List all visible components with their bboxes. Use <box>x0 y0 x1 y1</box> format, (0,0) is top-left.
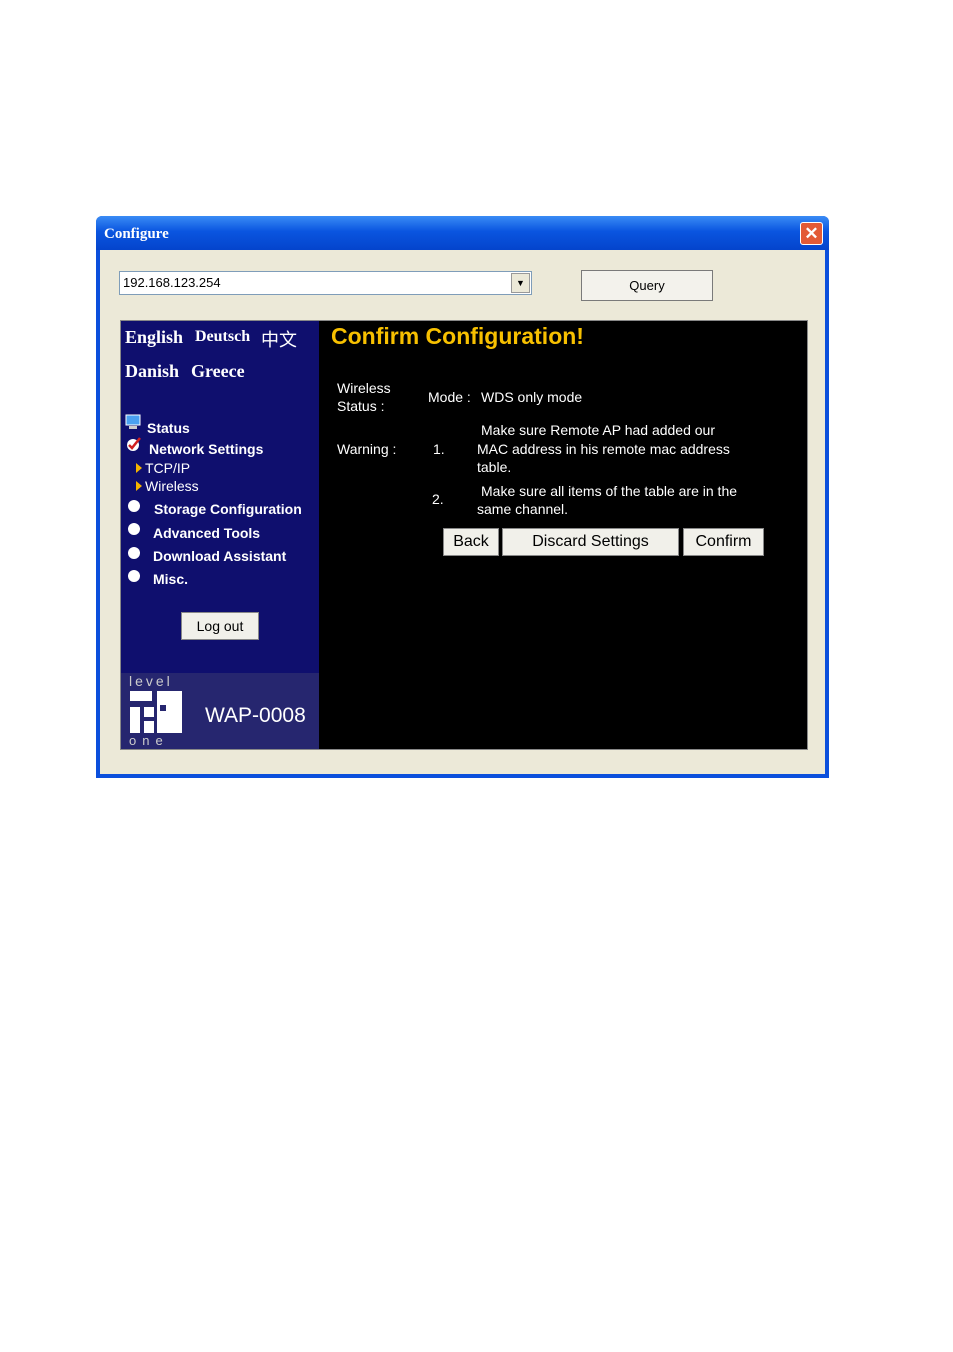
nav-misc[interactable]: Misc. <box>153 571 188 587</box>
window-title: Configure <box>104 226 169 242</box>
warning-item-1-line-2: MAC address in his remote mac address <box>477 441 730 457</box>
logo-text-bottom: one <box>129 733 169 748</box>
nav-tcpip-label: TCP/IP <box>145 460 191 476</box>
warning-item-2-line-1: Make sure all items of the table are in … <box>481 483 738 499</box>
warning-label: Warning : <box>337 441 397 457</box>
nav-status[interactable]: Status <box>147 420 190 436</box>
nav-network-settings[interactable]: Network Settings <box>149 441 263 457</box>
window-client: 192.168.123.254 ▼ Query English Deutsch … <box>100 250 825 774</box>
network-settings-icon <box>127 437 141 451</box>
nav-tcpip[interactable]: TCP/IP <box>136 460 190 476</box>
storage-icon <box>128 500 140 512</box>
page-title: Confirm Configuration! <box>331 323 584 349</box>
close-icon[interactable]: ✕ <box>800 222 823 245</box>
model-name: WAP-0008 <box>205 704 306 727</box>
chevron-down-icon[interactable]: ▼ <box>511 273 530 293</box>
arrow-right-icon <box>136 463 142 473</box>
lang-chinese[interactable]: 中文 <box>261 326 297 352</box>
warning-item-1-number: 1. <box>433 441 445 457</box>
lang-english[interactable]: English <box>125 327 183 348</box>
lang-danish[interactable]: Danish <box>125 361 179 382</box>
lang-greece[interactable]: Greece <box>191 361 245 382</box>
nav-storage[interactable]: Storage Configuration <box>154 501 302 517</box>
tools-icon <box>128 523 140 535</box>
download-icon <box>128 547 140 559</box>
mode-value: WDS only mode <box>481 389 583 405</box>
levelone-logo-icon <box>130 691 182 733</box>
wireless-status-label-1: Wireless <box>337 380 391 396</box>
discard-settings-button[interactable]: Discard Settings <box>502 528 679 556</box>
nav-download-assistant[interactable]: Download Assistant <box>153 548 286 564</box>
logout-button[interactable]: Log out <box>181 612 259 640</box>
logo-text-top: level <box>129 673 173 689</box>
lang-deutsch[interactable]: Deutsch <box>195 328 250 346</box>
sidebar: English Deutsch 中文 Danish Greece Status … <box>121 321 319 749</box>
monitor-icon <box>125 414 141 429</box>
configure-window: Configure ✕ 192.168.123.254 ▼ Query Engl… <box>96 216 829 778</box>
address-combo[interactable]: 192.168.123.254 ▼ <box>119 271 532 295</box>
nav-wireless[interactable]: Wireless <box>136 478 199 494</box>
query-button[interactable]: Query <box>581 270 713 301</box>
nav-wireless-label: Wireless <box>145 478 199 494</box>
arrow-right-icon <box>136 481 142 491</box>
warning-item-2-number: 2. <box>432 491 444 507</box>
misc-icon <box>128 570 140 582</box>
confirm-button[interactable]: Confirm <box>683 528 764 556</box>
nav-advanced-tools[interactable]: Advanced Tools <box>153 525 260 541</box>
warning-item-1-line-1: Make sure Remote AP had added our <box>481 422 716 438</box>
warning-item-1-line-3: table. <box>477 459 512 475</box>
address-value: 192.168.123.254 <box>123 275 221 290</box>
config-panel: English Deutsch 中文 Danish Greece Status … <box>120 320 808 750</box>
back-button[interactable]: Back <box>443 528 499 556</box>
brand-logo-area: level one WAP-0008 <box>121 673 319 749</box>
mode-label: Mode : <box>428 389 471 405</box>
wireless-status-label-2: Status : <box>337 398 385 414</box>
warning-item-2-line-2: same channel. <box>477 501 569 517</box>
title-bar[interactable]: Configure ✕ <box>96 216 829 250</box>
